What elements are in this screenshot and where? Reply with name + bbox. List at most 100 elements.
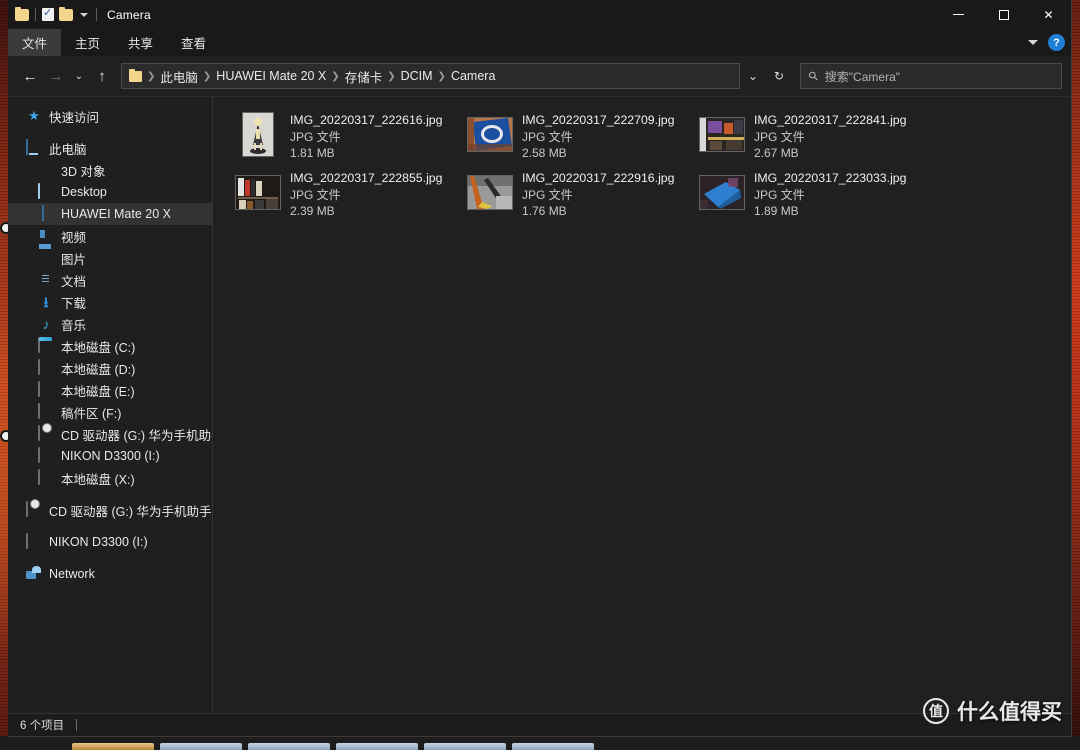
taskbar-item[interactable] (72, 743, 154, 750)
breadcrumb-item-device[interactable]: HUAWEI Mate 20 X (212, 69, 330, 83)
window-body: ★ 快速访问 此电脑 3D 对象 Desktop HUAWEI Mate 20 … (8, 96, 1071, 713)
breadcrumb-item-this-pc[interactable]: 此电脑 (156, 67, 202, 86)
refresh-icon[interactable]: ↻ (766, 63, 792, 89)
blue-package-photo (467, 118, 512, 151)
new-folder-icon[interactable] (59, 6, 73, 21)
sidebar-item-drive-f[interactable]: 稿件区 (F:) (8, 401, 212, 423)
sidebar-item-label: CD 驱动器 (G:) 华为手机助手 (49, 504, 212, 519)
title-bar[interactable]: Camera ✕ (8, 0, 1071, 29)
sidebar-item-label: 3D 对象 (61, 164, 106, 179)
breadcrumb-item-camera[interactable]: Camera (447, 69, 499, 83)
sidebar-item-drive-e[interactable]: 本地磁盘 (E:) (8, 379, 212, 401)
address-bar: ← → ⌄ ↑ ❯ 此电脑 ❯ HUAWEI Mate 20 X ❯ 存储卡 ❯… (8, 56, 1071, 96)
forward-button[interactable]: → (43, 63, 69, 89)
sidebar-item-label: 本地磁盘 (E:) (61, 384, 135, 399)
sidebar-item-desktop[interactable]: Desktop (8, 181, 212, 203)
breadcrumb-item-storage[interactable]: 存储卡 (341, 67, 387, 86)
file-size: 1.81 MB (290, 146, 335, 160)
documents-icon (38, 272, 54, 288)
sidebar-item-label: 视频 (61, 230, 87, 245)
search-placeholder: 搜索"Camera" (824, 69, 900, 84)
drive-icon (38, 469, 54, 486)
tab-share[interactable]: 共享 (114, 29, 167, 56)
navigation-pane[interactable]: ★ 快速访问 此电脑 3D 对象 Desktop HUAWEI Mate 20 … (8, 97, 213, 713)
file-type: JPG 文件 (522, 188, 573, 202)
sidebar-item-label: 音乐 (61, 318, 87, 333)
sidebar-item-nikon-d3300-i[interactable]: NIKON D3300 (I:) (8, 445, 212, 467)
taskbar-item[interactable] (512, 743, 594, 750)
sidebar-item-network[interactable]: Network (8, 563, 212, 585)
list-item[interactable]: IMG_20220317_222841.jpg JPG 文件 2.67 MB (695, 109, 927, 167)
file-thumbnail (235, 170, 280, 215)
sidebar-item-nikon-d3300-root[interactable]: NIKON D3300 (I:) (8, 531, 212, 553)
list-item[interactable]: IMG_20220317_222916.jpg JPG 文件 1.76 MB (463, 167, 695, 225)
drive-icon (38, 447, 54, 464)
drive-icon (38, 359, 54, 376)
list-item[interactable]: IMG_20220317_223033.jpg JPG 文件 1.89 MB (695, 167, 927, 225)
recent-locations-chevron-down-icon[interactable]: ⌄ (69, 63, 89, 89)
sidebar-item-huawei-mate-20-x[interactable]: HUAWEI Mate 20 X (8, 203, 212, 225)
file-type: JPG 文件 (290, 130, 341, 144)
watermark-text: 什么值得买 (957, 701, 1062, 724)
sidebar-item-music[interactable]: ♪ 音乐 (8, 313, 212, 335)
status-divider (76, 719, 78, 731)
address-dropdown-chevron-down-icon[interactable]: ⌄ (740, 63, 766, 89)
customize-chevron-icon[interactable] (80, 12, 88, 17)
pictures-icon (38, 250, 54, 266)
ribbon-right-controls: ? (1028, 29, 1065, 56)
minimize-button[interactable] (936, 0, 981, 29)
file-list-pane[interactable]: IMG_20220317_222616.jpg JPG 文件 1.81 MB I… (213, 97, 1071, 713)
file-name: IMG_20220317_223033.jpg (754, 171, 907, 185)
file-name: IMG_20220317_222616.jpg (290, 113, 443, 127)
sidebar-item-label: Desktop (61, 185, 107, 199)
sidebar-item-documents[interactable]: 文档 (8, 269, 212, 291)
folder-icon[interactable] (15, 6, 29, 21)
tab-file[interactable]: 文件 (8, 29, 62, 56)
properties-icon[interactable] (42, 6, 54, 21)
help-button[interactable]: ? (1048, 34, 1065, 51)
maximize-button[interactable] (981, 0, 1026, 29)
taskbar-item[interactable] (248, 743, 330, 750)
tab-home[interactable]: 主页 (61, 29, 114, 56)
sidebar-item-downloads[interactable]: ⭳ 下载 (8, 291, 212, 313)
sidebar-item-drive-x[interactable]: 本地磁盘 (X:) (8, 467, 212, 489)
breadcrumb-item-dcim[interactable]: DCIM (397, 69, 437, 83)
close-button[interactable]: ✕ (1026, 0, 1071, 29)
sidebar-item-pictures[interactable]: 图片 (8, 247, 212, 269)
list-item[interactable]: IMG_20220317_222709.jpg JPG 文件 2.58 MB (463, 109, 695, 167)
sidebar-item-cd-drive-g-root[interactable]: CD 驱动器 (G:) 华为手机助手 (8, 499, 212, 521)
taskbar-item[interactable] (160, 743, 242, 750)
sidebar-item-3d-objects[interactable]: 3D 对象 (8, 159, 212, 181)
sidebar-item-label: 此电脑 (49, 142, 87, 157)
search-input[interactable]: ⚲ 搜索"Camera" (800, 63, 1062, 89)
file-meta: IMG_20220317_222855.jpg JPG 文件 2.39 MB (290, 170, 442, 218)
watermark: 值 什么值得买 (923, 696, 1062, 726)
list-item[interactable]: IMG_20220317_222616.jpg JPG 文件 1.81 MB (231, 109, 463, 167)
sidebar-item-label: NIKON D3300 (I:) (49, 535, 148, 549)
breadcrumb[interactable]: ❯ 此电脑 ❯ HUAWEI Mate 20 X ❯ 存储卡 ❯ DCIM ❯ … (121, 63, 740, 89)
file-size: 2.39 MB (290, 204, 335, 218)
sidebar-item-this-pc[interactable]: 此电脑 (8, 137, 212, 159)
quick-access-toolbar[interactable] (8, 6, 98, 21)
file-type: JPG 文件 (754, 188, 805, 202)
taskbar[interactable] (0, 736, 1080, 750)
list-item[interactable]: IMG_20220317_222855.jpg JPG 文件 2.39 MB (231, 167, 463, 225)
system-drive-icon (38, 337, 54, 354)
minimize-icon (953, 14, 964, 15)
file-name: IMG_20220317_222916.jpg (522, 171, 675, 185)
sidebar-item-drive-c[interactable]: 本地磁盘 (C:) (8, 335, 212, 357)
sidebar-item-drive-d[interactable]: 本地磁盘 (D:) (8, 357, 212, 379)
sidebar-item-label: 下载 (61, 296, 87, 311)
sidebar-item-quick-access[interactable]: ★ 快速访问 (8, 105, 212, 127)
file-name: IMG_20220317_222709.jpg (522, 113, 675, 127)
taskbar-item[interactable] (424, 743, 506, 750)
file-meta: IMG_20220317_222709.jpg JPG 文件 2.58 MB (522, 112, 674, 160)
sidebar-item-cd-drive-g[interactable]: CD 驱动器 (G:) 华为手机助手 (8, 423, 212, 445)
up-button[interactable]: ↑ (89, 63, 115, 89)
back-button[interactable]: ← (17, 63, 43, 89)
sidebar-item-label: 图片 (61, 252, 87, 267)
tab-view[interactable]: 查看 (167, 29, 220, 56)
taskbar-item[interactable] (336, 743, 418, 750)
expand-ribbon-chevron-down-icon[interactable] (1028, 40, 1038, 45)
